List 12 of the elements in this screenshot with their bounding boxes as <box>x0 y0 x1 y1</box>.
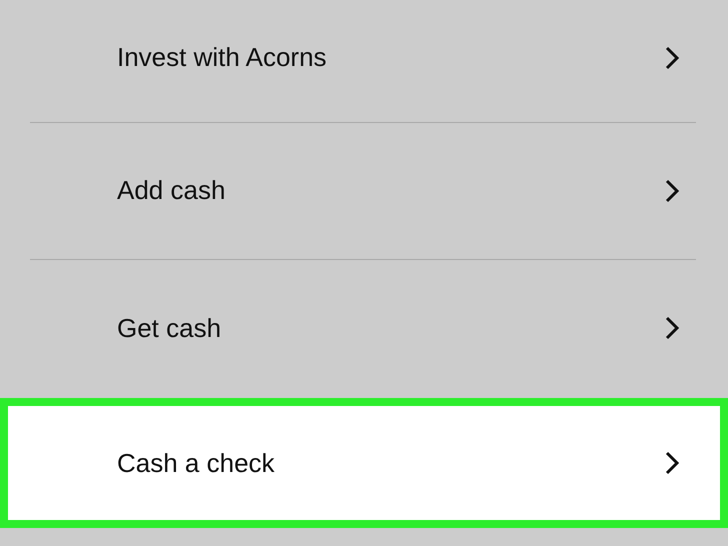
chevron-right-icon <box>664 450 680 476</box>
menu-item-label: Invest with Acorns <box>117 42 327 74</box>
menu-item[interactable]: Invest with Acorns <box>0 0 728 122</box>
menu-item[interactable]: Add cash <box>0 122 728 259</box>
menu-item-label: Cash a check <box>117 448 275 479</box>
menu-item-label: Add cash <box>117 175 226 206</box>
chevron-right-icon <box>664 315 680 342</box>
menu-item[interactable]: Get cash <box>0 260 728 396</box>
menu-item-label: Get cash <box>117 312 222 344</box>
chevron-right-icon <box>664 44 680 71</box>
chevron-right-icon <box>664 178 680 204</box>
menu-item[interactable]: Cash a check <box>0 398 728 528</box>
